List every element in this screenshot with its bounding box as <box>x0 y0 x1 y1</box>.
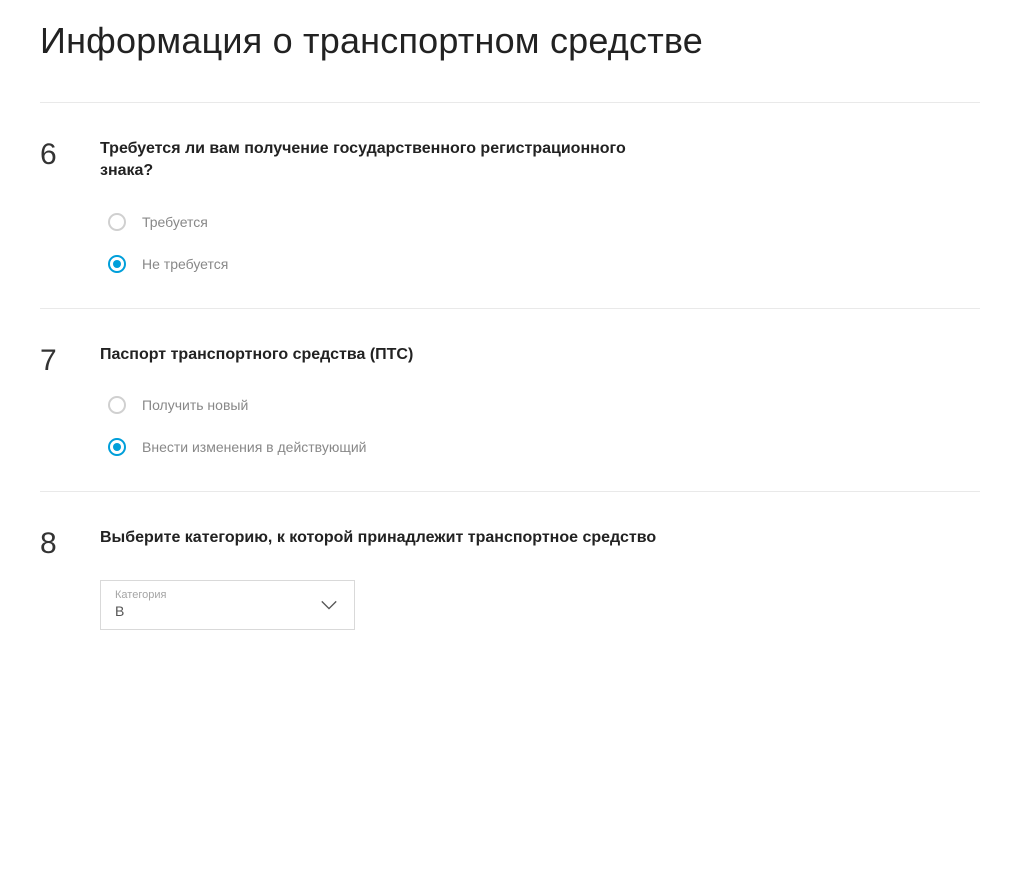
select-value: B <box>115 603 340 619</box>
category-select[interactable]: Категория B <box>100 580 355 630</box>
question-title: Паспорт транспортного средства (ПТС) <box>100 344 660 366</box>
section-divider <box>40 308 980 309</box>
question-title: Выберите категорию, к которой принадлежи… <box>100 527 660 549</box>
radio-unchecked-icon <box>108 396 126 414</box>
section-divider <box>40 102 980 103</box>
radio-unchecked-icon <box>108 213 126 231</box>
radio-label: Внести изменения в действующий <box>142 439 366 455</box>
question-number: 7 <box>40 344 100 376</box>
question-title: Требуется ли вам получение государственн… <box>100 138 660 183</box>
radio-group: Получить новый Внести изменения в действ… <box>100 396 660 456</box>
radio-dot-icon <box>113 443 121 451</box>
radio-option-get-new[interactable]: Получить новый <box>108 396 660 414</box>
question-number: 6 <box>40 138 100 170</box>
radio-label: Требуется <box>142 214 208 230</box>
select-label: Категория <box>115 589 340 601</box>
radio-dot-icon <box>113 260 121 268</box>
radio-group: Требуется Не требуется <box>100 213 660 273</box>
radio-label: Получить новый <box>142 397 248 413</box>
radio-checked-icon <box>108 438 126 456</box>
radio-label: Не требуется <box>142 256 228 272</box>
question-content: Требуется ли вам получение государственн… <box>100 138 660 273</box>
page-title: Информация о транспортном средстве <box>40 20 980 62</box>
radio-option-make-changes[interactable]: Внести изменения в действующий <box>108 438 660 456</box>
section-divider <box>40 491 980 492</box>
question-number: 8 <box>40 527 100 559</box>
question-content: Выберите категорию, к которой принадлежи… <box>100 527 660 629</box>
question-7: 7 Паспорт транспортного средства (ПТС) П… <box>40 344 980 456</box>
question-8: 8 Выберите категорию, к которой принадле… <box>40 527 980 629</box>
radio-checked-icon <box>108 255 126 273</box>
question-content: Паспорт транспортного средства (ПТС) Пол… <box>100 344 660 456</box>
question-6: 6 Требуется ли вам получение государстве… <box>40 138 980 273</box>
radio-option-required[interactable]: Требуется <box>108 213 660 231</box>
radio-option-not-required[interactable]: Не требуется <box>108 255 660 273</box>
